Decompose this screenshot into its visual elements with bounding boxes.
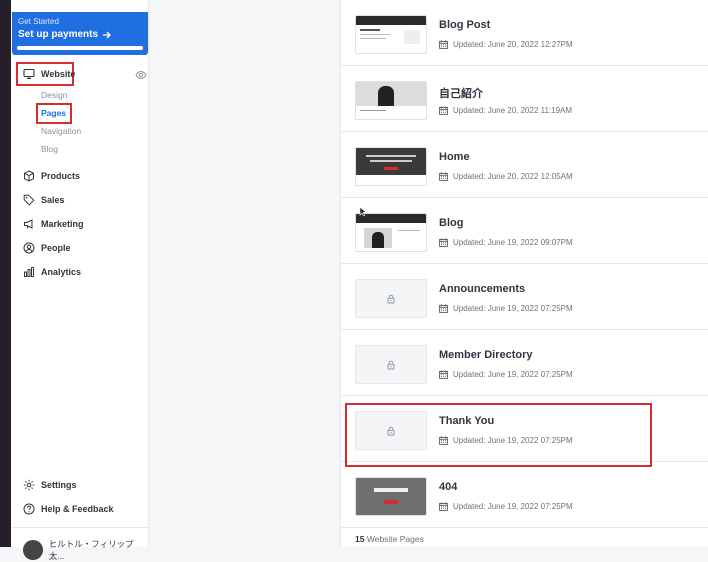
page-title: Announcements: [439, 283, 526, 295]
page-updated: Updated: June 19, 2022 07:25PM: [439, 502, 573, 511]
setup-progress-fill: [17, 46, 143, 50]
pages-count-label: Website Pages: [366, 534, 424, 544]
sidebar-item-settings[interactable]: Settings: [23, 479, 77, 491]
page-updated: Updated: June 20, 2022 12:27PM: [439, 40, 573, 49]
sidebar-item-label: Help & Feedback: [41, 504, 114, 514]
sidebar-subitem-blog[interactable]: Blog: [41, 144, 58, 154]
monitor-icon: [23, 68, 35, 80]
arrow-right-icon: [103, 31, 111, 38]
page-updated-text: Updated: June 19, 2022 07:25PM: [453, 502, 573, 511]
page-updated-text: Updated: June 19, 2022 09:07PM: [453, 238, 573, 247]
page-updated-text: Updated: June 19, 2022 07:25PM: [453, 370, 573, 379]
sidebar-item-label: Sales: [41, 195, 65, 205]
page-thumbnail: [355, 81, 427, 120]
main-content-area: [149, 0, 340, 547]
page-row[interactable]: 自己紹介 Updated: June 20, 2022 11:19AM: [341, 66, 708, 132]
get-started-label: Get Started: [18, 17, 59, 26]
gear-icon: [23, 479, 35, 491]
page-updated: Updated: June 19, 2022 09:07PM: [439, 238, 573, 247]
page-updated: Updated: June 19, 2022 07:25PM: [439, 304, 573, 313]
page-title: Home: [439, 151, 470, 163]
page-updated-text: Updated: June 19, 2022 07:25PM: [453, 304, 573, 313]
pages-count: 15 Website Pages: [355, 534, 424, 544]
sidebar-item-people[interactable]: People: [23, 242, 71, 254]
page-thumbnail: [355, 279, 427, 318]
setup-payments-label: Set up payments: [18, 29, 99, 40]
page-row[interactable]: Home Updated: June 20, 2022 12:05AM: [341, 132, 708, 198]
page-row[interactable]: Blog Post Updated: June 20, 2022 12:27PM: [341, 0, 708, 66]
page-updated-text: Updated: June 20, 2022 12:05AM: [453, 172, 573, 181]
avatar: [23, 540, 43, 560]
help-circle-icon: [23, 503, 35, 515]
page-row[interactable]: Announcements Updated: June 19, 2022 07:2…: [341, 264, 708, 330]
box-icon: [24, 170, 34, 182]
calendar-icon: [439, 172, 448, 181]
lock-icon: [387, 360, 395, 369]
page-updated-text: Updated: June 20, 2022 12:27PM: [453, 40, 573, 49]
tag-icon: [23, 194, 35, 206]
sidebar-item-label: Analytics: [41, 267, 82, 277]
lock-icon: [387, 294, 395, 303]
calendar-icon: [439, 238, 448, 247]
sidebar-item-marketing[interactable]: Marketing: [23, 218, 84, 230]
calendar-icon: [439, 106, 448, 115]
sidebar-divider: [11, 527, 148, 528]
page-row[interactable]: Blog Updated: June 19, 2022 09:07PM: [341, 198, 708, 264]
person-circle-icon: [23, 242, 35, 254]
page-title: 404: [439, 481, 458, 493]
pages-count-number: 15: [355, 534, 365, 544]
sidebar-item-website-label: Website: [41, 69, 76, 79]
mouse-cursor-icon: [359, 206, 367, 217]
page-row[interactable]: 404 Updated: June 19, 2022 07:25PM: [341, 462, 708, 528]
sidebar-item-label: Settings: [41, 480, 77, 490]
user-name: ヒルトル・フィリップ太...: [48, 539, 134, 561]
calendar-icon: [439, 502, 448, 511]
sidebar-subitem-navigation[interactable]: Navigation: [41, 126, 81, 136]
sidebar-item-label: Marketing: [41, 219, 84, 229]
calendar-icon: [439, 304, 448, 313]
page-title: Blog: [439, 217, 464, 229]
calendar-icon: [439, 40, 448, 49]
setup-payments-link[interactable]: Set up payments: [18, 29, 112, 40]
setup-progress-bar: [17, 46, 143, 50]
sidebar-subitem-pages[interactable]: Pages: [41, 108, 66, 118]
sidebar-item-sales[interactable]: Sales: [23, 194, 65, 206]
calendar-icon: [439, 370, 448, 379]
megaphone-icon: [24, 219, 33, 229]
page-updated: Updated: June 20, 2022 11:19AM: [439, 106, 572, 115]
sidebar-item-analytics[interactable]: Analytics: [23, 266, 81, 278]
sidebar-subitem-design[interactable]: Design: [41, 90, 67, 100]
sidebar: Get Started Set up payments Website Desi…: [11, 0, 149, 561]
page-title: Blog Post: [439, 19, 491, 31]
page-updated: Updated: June 20, 2022 12:05AM: [439, 172, 573, 181]
page-title: 自己紹介: [439, 88, 483, 100]
page-thumbnail: [355, 213, 427, 252]
get-started-card[interactable]: Get Started Set up payments: [12, 12, 148, 55]
page-thumbnail: [355, 477, 427, 516]
thank-you-highlight-box: [345, 403, 652, 467]
page-title: Member Directory: [439, 349, 533, 361]
sidebar-item-help[interactable]: Help & Feedback: [23, 503, 114, 515]
eye-icon[interactable]: [135, 70, 147, 80]
page-updated: Updated: June 19, 2022 07:25PM: [439, 370, 573, 379]
bar-chart-icon: [24, 267, 34, 277]
sidebar-item-label: People: [41, 243, 71, 253]
page-row[interactable]: Member Directory Updated: June 19, 2022 0…: [341, 330, 708, 396]
user-account[interactable]: ヒルトル・フィリップ太...: [23, 538, 148, 562]
page-thumbnail: [355, 147, 427, 186]
window-edge: [0, 0, 11, 547]
page-updated-text: Updated: June 20, 2022 11:19AM: [453, 106, 573, 115]
page-thumbnail: [355, 345, 427, 384]
sidebar-item-label: Products: [41, 171, 81, 181]
sidebar-item-website[interactable]: Website: [15, 60, 141, 88]
page-thumbnail: [355, 15, 427, 54]
sidebar-item-products[interactable]: Products: [23, 170, 80, 182]
